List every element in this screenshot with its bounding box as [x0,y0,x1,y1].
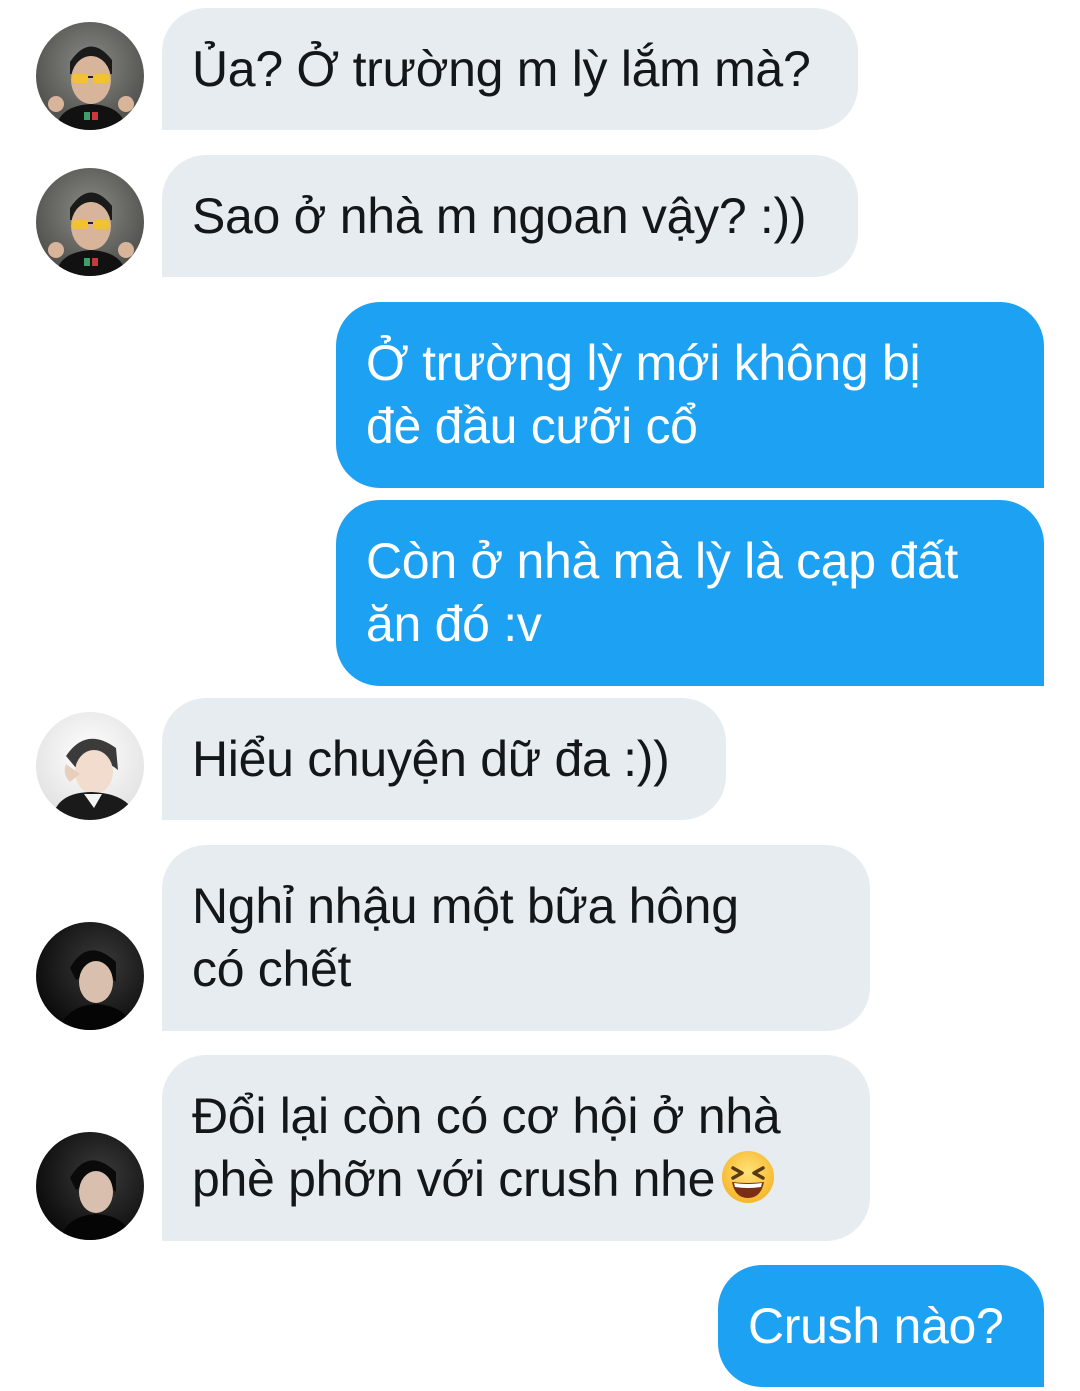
laughing-face-emoji-icon [722,1151,775,1203]
avatar-user-c-icon[interactable] [36,1132,144,1240]
avatar-user-c-icon[interactable] [36,922,144,1030]
message-text: Crush nào? [748,1297,1004,1354]
message-text: Ở trường lỳ mới không bị đè đầu cưỡi cổ [366,335,921,454]
message-bubble-incoming[interactable]: Đổi lại còn có cơ hội ở nhà phè phỡn với… [162,1055,870,1241]
message-bubble-incoming[interactable]: Ủa? Ở trường m lỳ lắm mà? [162,8,858,130]
message-text: Ủa? Ở trường m lỳ lắm mà? [192,40,811,97]
message-text-wrapper: Đổi lại còn có cơ hội ở nhà phè phỡn với… [192,1085,781,1211]
message-bubble-incoming[interactable]: Nghỉ nhậu một bữa hông có chết [162,845,870,1031]
message-text: Còn ở nhà mà lỳ là cạp đất ăn đó :v [366,533,958,652]
message-bubble-outgoing[interactable]: Ở trường lỳ mới không bị đè đầu cưỡi cổ [336,302,1044,488]
message-bubble-incoming[interactable]: Sao ở nhà m ngoan vậy? :)) [162,155,858,277]
message-text: Nghỉ nhậu một bữa hông có chết [192,878,739,997]
message-bubble-outgoing[interactable]: Còn ở nhà mà lỳ là cạp đất ăn đó :v [336,500,1044,686]
avatar-user-a-icon[interactable] [36,168,144,276]
message-text: Sao ở nhà m ngoan vậy? :)) [192,187,807,244]
message-bubble-incoming[interactable]: Hiểu chuyện dữ đa :)) [162,698,726,820]
avatar-user-a-icon[interactable] [36,22,144,130]
message-text: Hiểu chuyện dữ đa :)) [192,730,670,787]
message-bubble-outgoing[interactable]: Crush nào? [718,1265,1044,1387]
avatar-user-b-icon[interactable] [36,712,144,820]
message-text: Đổi lại còn có cơ hội ở nhà phè phỡn với… [192,1088,781,1207]
